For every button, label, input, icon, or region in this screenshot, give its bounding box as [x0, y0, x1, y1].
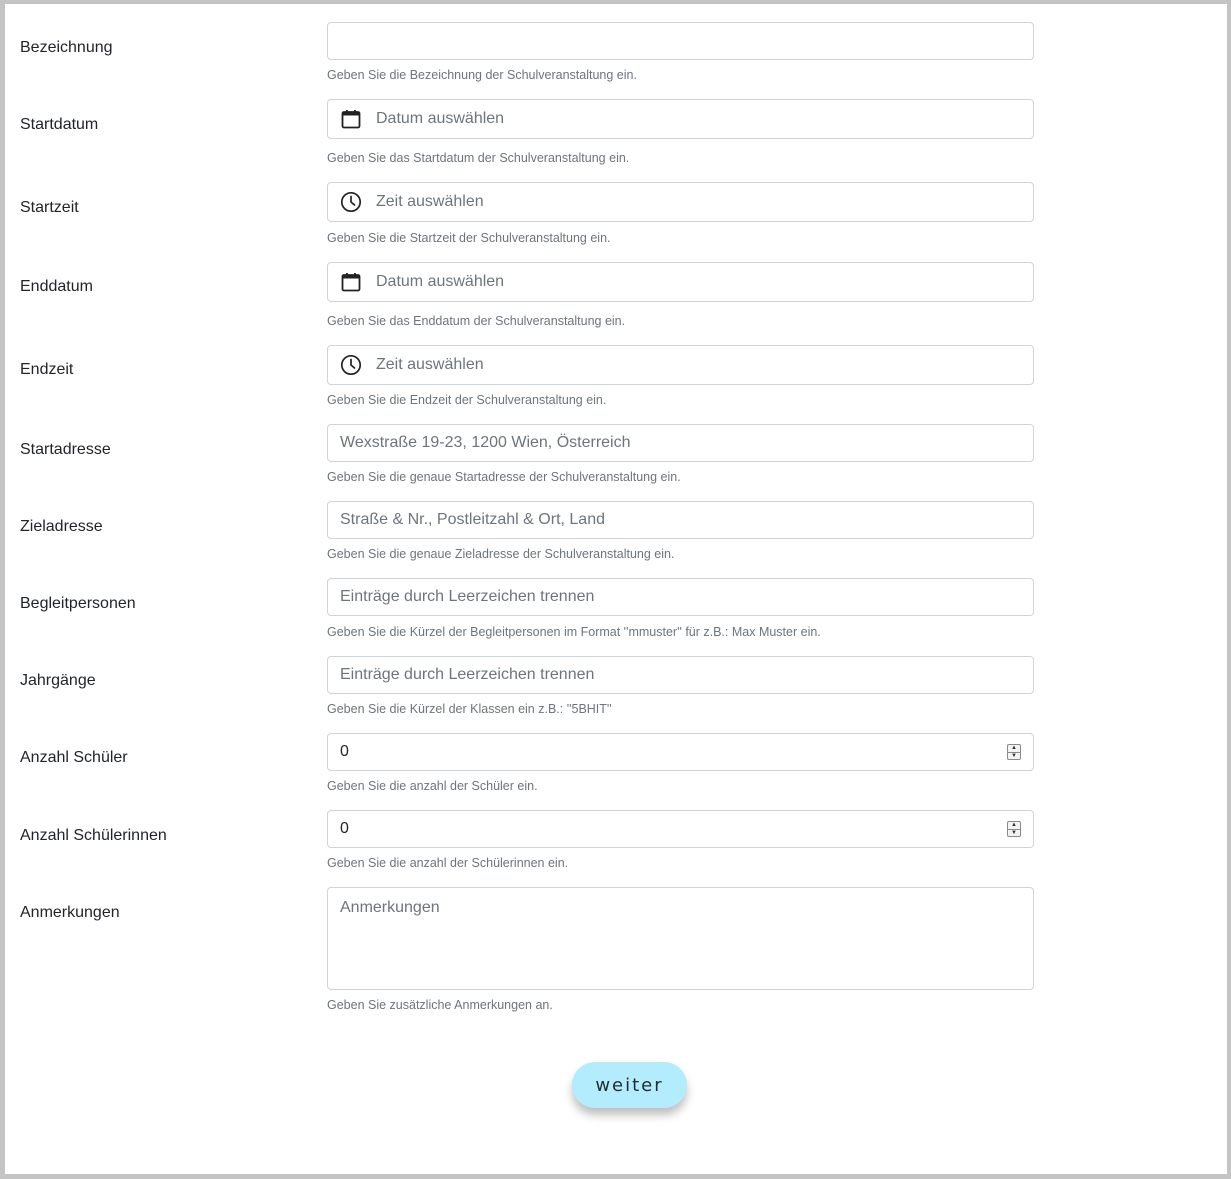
startadresse-placeholder: Wexstraße 19-23, 1200 Wien, Österreich — [340, 434, 631, 451]
anzahl-schueler-input[interactable]: 0 ▲ ▼ — [327, 733, 1034, 771]
endzeit-placeholder: Zeit auswählen — [376, 356, 484, 373]
label-startdatum: Startdatum — [20, 116, 99, 133]
clock-icon — [340, 191, 362, 213]
help-jahrgaenge: Geben Sie die Kürzel der Klassen ein z.B… — [327, 702, 612, 716]
label-jahrgaenge: Jahrgänge — [20, 672, 96, 689]
startdatum-placeholder: Datum auswählen — [376, 110, 505, 127]
jahrgaenge-placeholder: Einträge durch Leerzeichen trennen — [340, 666, 595, 683]
begleitpersonen-placeholder: Einträge durch Leerzeichen trennen — [340, 588, 595, 605]
help-bezeichnung: Geben Sie die Bezeichnung der Schulveran… — [327, 68, 637, 82]
spinner-down-icon[interactable]: ▼ — [1008, 828, 1020, 837]
help-endzeit: Geben Sie die Endzeit der Schulveranstal… — [327, 393, 607, 407]
label-enddatum: Enddatum — [20, 278, 93, 295]
help-startadresse: Geben Sie die genaue Startadresse der Sc… — [327, 470, 681, 484]
help-anzahl-schueler: Geben Sie die anzahl der Schüler ein. — [327, 779, 538, 793]
calendar-icon — [340, 108, 362, 130]
zieladresse-placeholder: Straße & Nr., Postleitzahl & Ort, Land — [340, 511, 605, 528]
anmerkungen-textarea[interactable]: Anmerkungen — [327, 887, 1034, 990]
jahrgaenge-input[interactable]: Einträge durch Leerzeichen trennen — [327, 656, 1034, 694]
endzeit-input[interactable]: Zeit auswählen — [327, 345, 1034, 385]
label-anzahl-schuelerinnen: Anzahl Schülerinnen — [20, 827, 167, 844]
weiter-button[interactable]: weiter — [572, 1062, 687, 1108]
begleitpersonen-input[interactable]: Einträge durch Leerzeichen trennen — [327, 578, 1034, 616]
number-spinner[interactable]: ▲ ▼ — [1007, 744, 1021, 760]
label-anzahl-schueler: Anzahl Schüler — [20, 749, 128, 766]
bezeichnung-input[interactable] — [327, 22, 1034, 60]
help-anzahl-schuelerinnen: Geben Sie die anzahl der Schülerinnen ei… — [327, 856, 569, 870]
help-zieladresse: Geben Sie die genaue Zieladresse der Sch… — [327, 547, 675, 561]
startdatum-input[interactable]: Datum auswählen — [327, 99, 1034, 139]
label-begleitpersonen: Begleitpersonen — [20, 595, 136, 612]
help-enddatum: Geben Sie das Enddatum der Schulveransta… — [327, 314, 626, 328]
spinner-down-icon[interactable]: ▼ — [1008, 751, 1020, 760]
zieladresse-input[interactable]: Straße & Nr., Postleitzahl & Ort, Land — [327, 501, 1034, 539]
startadresse-input[interactable]: Wexstraße 19-23, 1200 Wien, Österreich — [327, 424, 1034, 462]
enddatum-placeholder: Datum auswählen — [376, 273, 505, 290]
anzahl-schuelerinnen-input[interactable]: 0 ▲ ▼ — [327, 810, 1034, 848]
help-begleitpersonen: Geben Sie die Kürzel der Begleitpersonen… — [327, 625, 821, 639]
number-spinner[interactable]: ▲ ▼ — [1007, 821, 1021, 837]
calendar-icon — [340, 271, 362, 293]
anmerkungen-placeholder: Anmerkungen — [340, 899, 440, 916]
anzahl-schueler-value: 0 — [340, 743, 349, 760]
anzahl-schuelerinnen-value: 0 — [340, 820, 349, 837]
enddatum-input[interactable]: Datum auswählen — [327, 262, 1034, 302]
startzeit-placeholder: Zeit auswählen — [376, 193, 484, 210]
label-endzeit: Endzeit — [20, 361, 74, 378]
help-startdatum: Geben Sie das Startdatum der Schulverans… — [327, 151, 630, 165]
label-startadresse: Startadresse — [20, 441, 111, 458]
label-anmerkungen: Anmerkungen — [20, 904, 120, 921]
form-page: Bezeichnung Geben Sie die Bezeichnung de… — [0, 0, 1231, 1179]
label-startzeit: Startzeit — [20, 199, 79, 216]
startzeit-input[interactable]: Zeit auswählen — [327, 182, 1034, 222]
label-zieladresse: Zieladresse — [20, 518, 103, 535]
help-startzeit: Geben Sie die Startzeit der Schulveranst… — [327, 231, 611, 245]
clock-icon — [340, 354, 362, 376]
label-bezeichnung: Bezeichnung — [20, 39, 113, 56]
help-anmerkungen: Geben Sie zusätzliche Anmerkungen an. — [327, 998, 553, 1012]
